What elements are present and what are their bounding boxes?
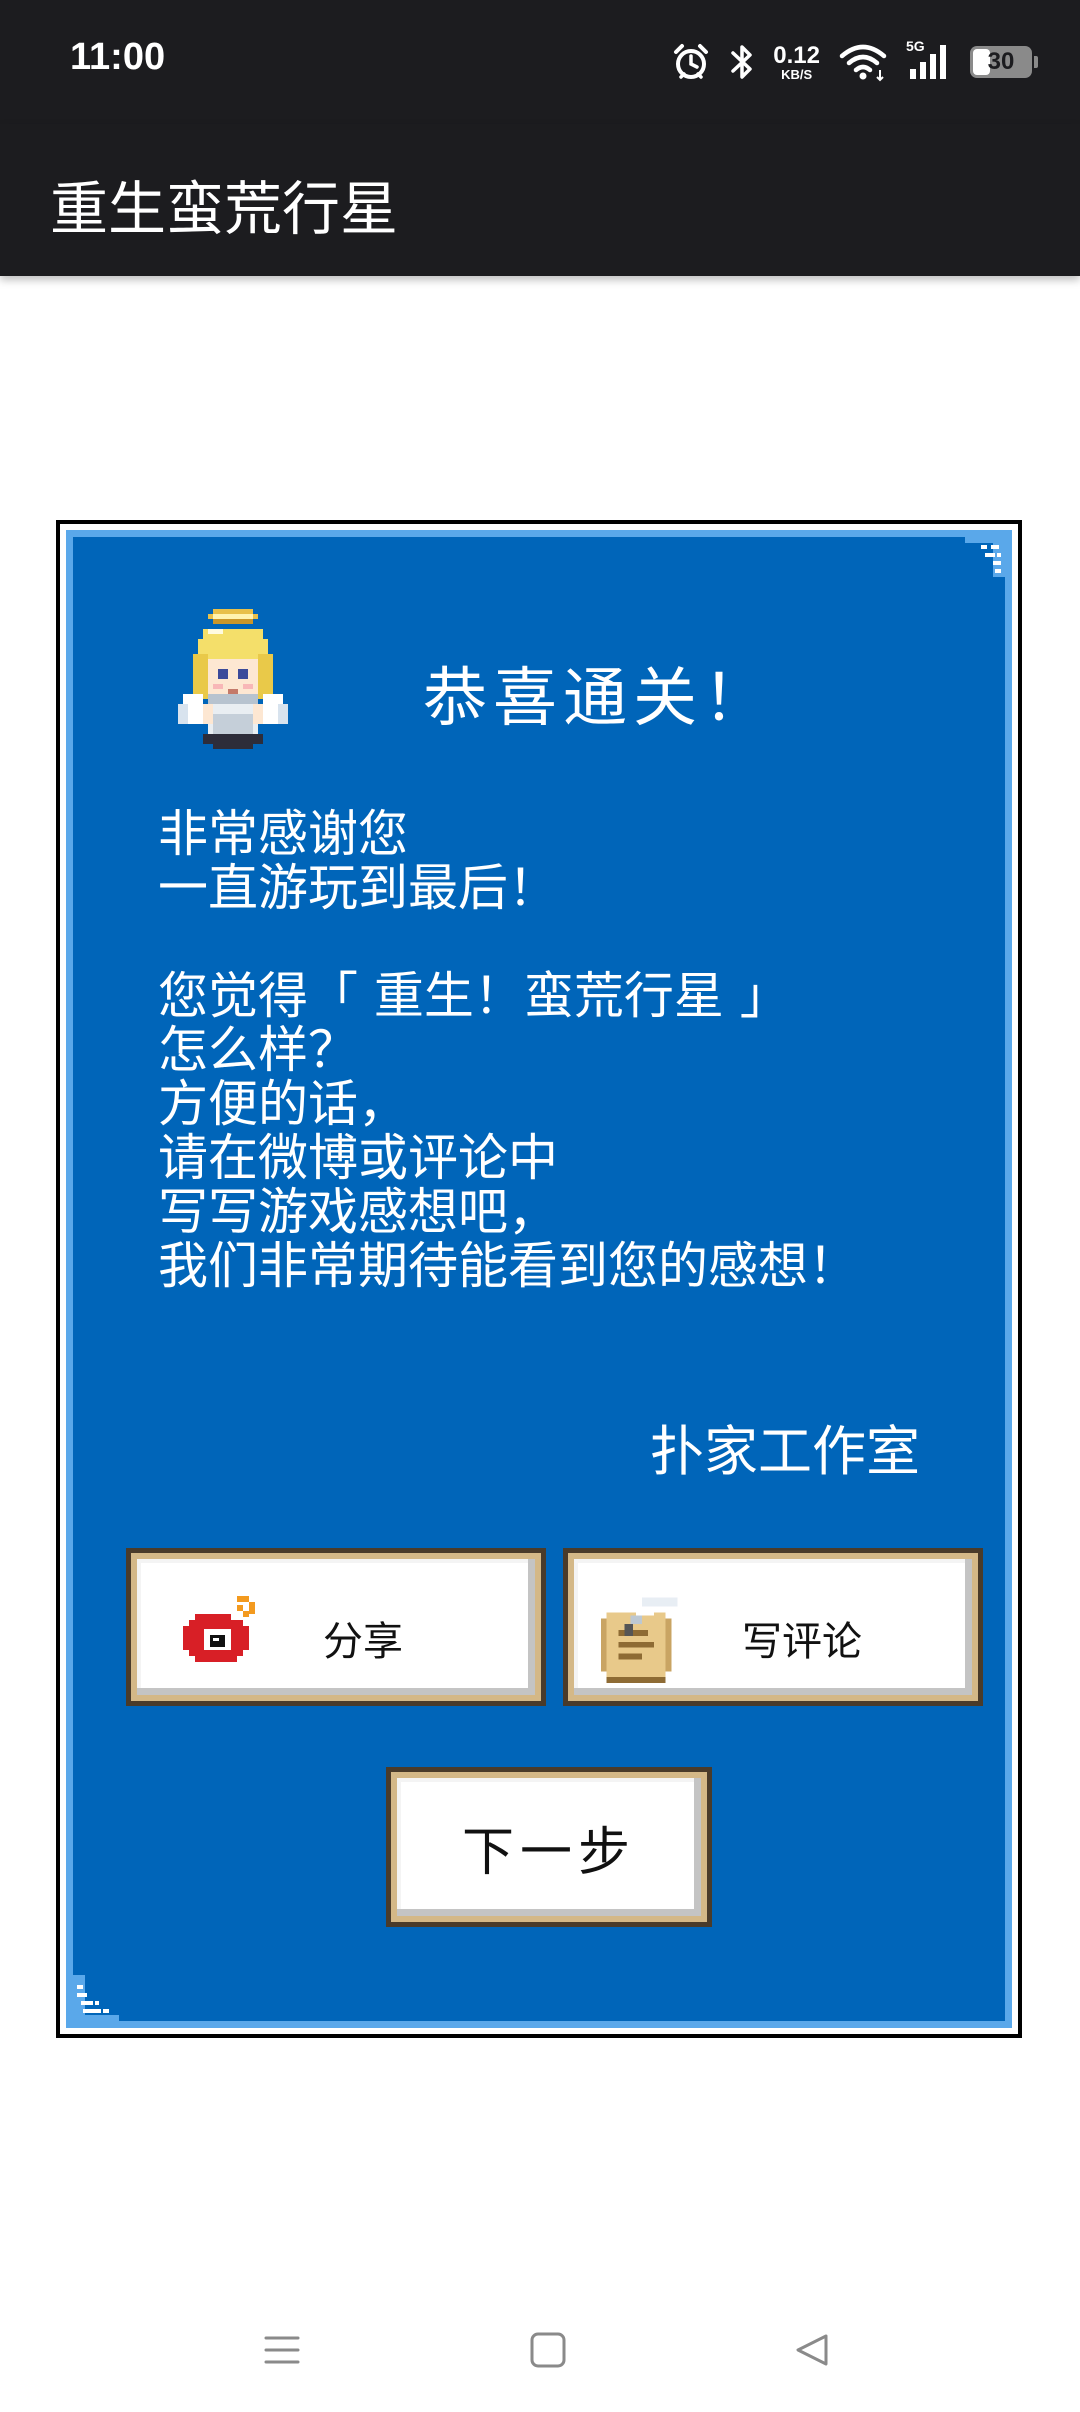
status-bar: 11:00 0.12 KB/S 5G 30 [0, 0, 1080, 124]
dialog-message: 非常感谢您 一直游玩到最后！ 您觉得「 重生！蛮荒行星 」 怎么样？ 方便的话，… [158, 807, 858, 1293]
battery-level: 30 [987, 48, 1015, 75]
message-line: 非常感谢您 [158, 805, 408, 863]
message-line: 写写游戏感想吧， [158, 1183, 558, 1241]
write-review-button[interactable]: 写评论 [563, 1548, 983, 1706]
studio-signature: 扑家工作室 [650, 1420, 920, 1483]
share-button[interactable]: 分享 [126, 1548, 546, 1706]
app-bar: 重生蛮荒行星 [0, 124, 1080, 276]
next-step-button[interactable]: 下一步 [386, 1767, 712, 1927]
quill-paper-icon [600, 1588, 684, 1684]
alarm-icon [671, 42, 711, 82]
network-speed-value: 0.12 [773, 41, 820, 69]
back-icon[interactable] [792, 2330, 832, 2370]
corner-decoration-icon [965, 537, 1005, 577]
message-line: 我们非常期待能看到您的感想！ [158, 1237, 858, 1295]
battery-icon: 30 [970, 46, 1038, 78]
corner-decoration-icon [73, 1975, 119, 2021]
message-line: 您觉得「 重生！蛮荒行星 」 [158, 967, 790, 1025]
message-line [158, 915, 858, 969]
cell-signal-icon: 5G [906, 38, 952, 82]
message-line: 怎么样？ [158, 1021, 358, 1079]
menu-icon[interactable] [262, 2330, 302, 2370]
game-clear-dialog: 恭喜通关！ 非常感谢您 一直游玩到最后！ 您觉得「 重生！蛮荒行星 」 怎么样？… [56, 520, 1022, 2038]
share-button-label: 分享 [323, 1619, 403, 1665]
message-line: 一直游玩到最后！ [158, 859, 558, 917]
wifi-icon [838, 42, 888, 82]
status-time: 11:00 [70, 36, 166, 78]
angel-character-icon [178, 609, 288, 749]
network-speed: 0.12 KB/S [773, 41, 820, 82]
home-icon[interactable] [528, 2330, 568, 2370]
next-step-button-label: 下一步 [461, 1822, 636, 1883]
message-line: 方便的话， [158, 1075, 408, 1133]
dialog-title: 恭喜通关！ [423, 662, 773, 736]
status-icons: 0.12 KB/S 5G 30 [671, 32, 1038, 92]
app-title: 重生蛮荒行星 [50, 175, 399, 243]
weibo-icon [183, 1596, 255, 1662]
dialog-panel: 恭喜通关！ 非常感谢您 一直游玩到最后！ 您觉得「 重生！蛮荒行星 」 怎么样？… [66, 530, 1012, 2028]
signal-type-label: 5G [906, 38, 925, 54]
message-line: 请在微博或评论中 [158, 1129, 558, 1187]
navigation-bar [0, 2290, 1080, 2412]
bluetooth-icon [729, 42, 755, 82]
write-review-button-label: 写评论 [742, 1619, 862, 1665]
network-speed-unit: KB/S [781, 66, 813, 82]
